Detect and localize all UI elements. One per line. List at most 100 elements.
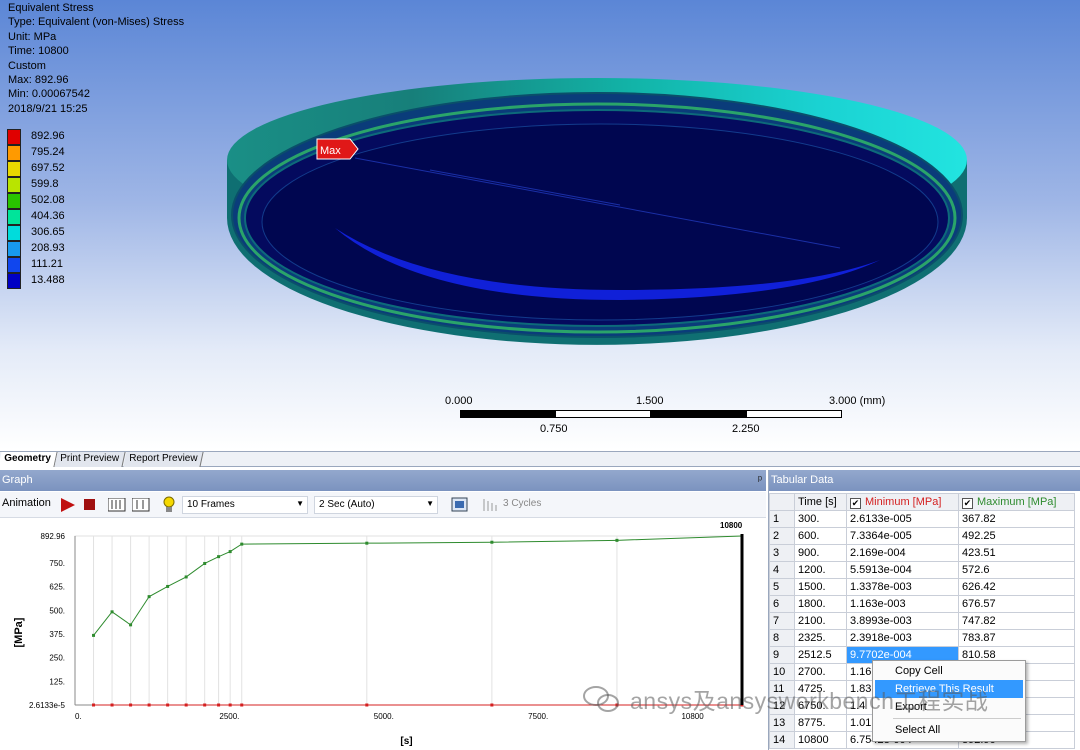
data-point bbox=[217, 555, 221, 559]
y-tick-label: 750. bbox=[49, 559, 65, 568]
row-number-cell: 4 bbox=[769, 561, 795, 579]
maximum-cell[interactable]: 572.6 bbox=[958, 561, 1075, 579]
scale-label: 2.250 bbox=[732, 423, 760, 435]
time-cell[interactable]: 1800. bbox=[794, 595, 847, 613]
data-point bbox=[110, 703, 114, 707]
table-row[interactable]: 5 1500. 1.3378e-003 626.42 bbox=[769, 578, 1075, 596]
result-min: Min: 0.00067542 bbox=[8, 88, 90, 101]
tab-print-preview[interactable]: Print Preview bbox=[54, 452, 126, 467]
minimum-cell[interactable]: 2.6133e-005 bbox=[846, 510, 959, 528]
cycles-icon[interactable] bbox=[482, 498, 498, 514]
legend-label: 13.488 bbox=[31, 274, 65, 286]
table-row[interactable]: 2 600. 7.3364e-005 492.25 bbox=[769, 527, 1075, 545]
time-column-header[interactable]: Time [s] bbox=[794, 493, 847, 511]
maximum-cell[interactable]: 367.82 bbox=[958, 510, 1075, 528]
data-point bbox=[217, 703, 221, 707]
maximum-cell[interactable]: 492.25 bbox=[958, 527, 1075, 545]
time-cell[interactable]: 8775. bbox=[794, 714, 847, 732]
legend-swatch bbox=[7, 145, 21, 161]
scale-segment bbox=[650, 410, 747, 418]
time-cell[interactable]: 2325. bbox=[794, 629, 847, 647]
time-cell[interactable]: 900. bbox=[794, 544, 847, 562]
animation-label: Animation bbox=[2, 497, 51, 509]
graphics-viewport[interactable]: Equivalent Stress Type: Equivalent (von-… bbox=[0, 0, 1080, 450]
menu-separator bbox=[893, 718, 1021, 719]
minimum-cell[interactable]: 2.169e-004 bbox=[846, 544, 959, 562]
minimum-cell[interactable]: 2.3918e-003 bbox=[846, 629, 959, 647]
result-info: Equivalent Stress Type: Equivalent (von-… bbox=[8, 1, 184, 116]
minimum-cell[interactable]: 7.3364e-005 bbox=[846, 527, 959, 545]
data-point bbox=[240, 703, 244, 707]
export-video-icon[interactable] bbox=[451, 497, 469, 513]
data-point bbox=[129, 703, 133, 707]
y-tick-label: 250. bbox=[49, 654, 65, 663]
pin-icon[interactable]: ᵖ bbox=[758, 470, 762, 491]
cycles-label: 3 Cycles bbox=[503, 498, 542, 509]
maximum-cell[interactable]: 423.51 bbox=[958, 544, 1075, 562]
data-point bbox=[240, 542, 244, 546]
time-header-label: Time [s] bbox=[798, 496, 837, 508]
minimum-cell[interactable]: 3.8993e-003 bbox=[846, 612, 959, 630]
maximum-cell[interactable]: 626.42 bbox=[958, 578, 1075, 596]
data-point bbox=[147, 703, 151, 707]
minimum-checkbox[interactable]: ✔ bbox=[850, 497, 861, 509]
scale-label: 1.500 bbox=[636, 395, 664, 407]
time-cell[interactable]: 2700. bbox=[794, 663, 847, 681]
minimum-cell[interactable]: 1.163e-003 bbox=[846, 595, 959, 613]
tab-geometry[interactable]: Geometry bbox=[0, 452, 58, 467]
data-point bbox=[365, 541, 369, 545]
time-cursor-label: 10800 bbox=[720, 521, 743, 530]
legend-label: 599.8 bbox=[31, 178, 59, 190]
data-point bbox=[129, 623, 133, 627]
table-row[interactable]: 7 2100. 3.8993e-003 747.82 bbox=[769, 612, 1075, 630]
y-tick-label: 500. bbox=[49, 606, 65, 615]
scale-label: 3.000 (mm) bbox=[829, 395, 886, 407]
table-row[interactable]: 1 300. 2.6133e-005 367.82 bbox=[769, 510, 1075, 528]
distributed-frames-icon[interactable] bbox=[108, 498, 126, 514]
play-icon[interactable] bbox=[60, 498, 76, 514]
time-cell[interactable]: 2100. bbox=[794, 612, 847, 630]
time-cell[interactable]: 1200. bbox=[794, 561, 847, 579]
row-number-cell: 5 bbox=[769, 578, 795, 596]
row-number-cell: 9 bbox=[769, 646, 795, 664]
time-cell[interactable]: 10800 bbox=[794, 731, 847, 749]
maximum-cell[interactable]: 676.57 bbox=[958, 595, 1075, 613]
table-row[interactable]: 8 2325. 2.3918e-003 783.87 bbox=[769, 629, 1075, 647]
result-type: Type: Equivalent (von-Mises) Stress bbox=[8, 16, 185, 29]
chart-grid bbox=[74, 535, 743, 706]
y-tick-label: 375. bbox=[49, 630, 65, 639]
legend-swatch bbox=[7, 209, 21, 225]
duration-select[interactable]: 2 Sec (Auto) ▼ bbox=[314, 496, 438, 514]
maximum-checkbox[interactable]: ✔ bbox=[962, 497, 973, 509]
data-point bbox=[203, 703, 207, 707]
table-row[interactable]: 4 1200. 5.5913e-004 572.6 bbox=[769, 561, 1075, 579]
menu-item-copy-cell[interactable]: Copy Cell bbox=[875, 662, 1023, 680]
row-number-cell: 6 bbox=[769, 595, 795, 613]
tab-report-preview[interactable]: Report Preview bbox=[123, 452, 204, 467]
time-cell[interactable]: 2512.5 bbox=[794, 646, 847, 664]
lightbulb-icon[interactable] bbox=[162, 496, 176, 512]
maximum-column-header[interactable]: ✔ Maximum [MPa] bbox=[958, 493, 1075, 511]
series-line bbox=[93, 535, 743, 636]
scale-bar: 0.000 1.500 3.000 (mm) 0.750 2.250 bbox=[440, 395, 900, 440]
x-tick-label: 5000. bbox=[374, 712, 394, 721]
minimum-cell[interactable]: 5.5913e-004 bbox=[846, 561, 959, 579]
tabular-title: Tabular Data bbox=[771, 474, 834, 486]
tab-label: Geometry bbox=[4, 453, 51, 464]
max-probe-flag[interactable]: Max bbox=[316, 138, 362, 160]
time-cell[interactable]: 600. bbox=[794, 527, 847, 545]
table-row[interactable]: 3 900. 2.169e-004 423.51 bbox=[769, 544, 1075, 562]
table-row[interactable]: 6 1800. 1.163e-003 676.57 bbox=[769, 595, 1075, 613]
maximum-cell[interactable]: 747.82 bbox=[958, 612, 1075, 630]
row-number-cell: 10 bbox=[769, 663, 795, 681]
time-cell[interactable]: 1500. bbox=[794, 578, 847, 596]
stop-icon[interactable] bbox=[84, 499, 96, 515]
result-date: 2018/9/21 15:25 bbox=[8, 102, 88, 115]
maximum-cell[interactable]: 783.87 bbox=[958, 629, 1075, 647]
menu-item-select-all[interactable]: Select All bbox=[875, 721, 1023, 739]
minimum-column-header[interactable]: ✔ Minimum [MPa] bbox=[846, 493, 959, 511]
time-cell[interactable]: 300. bbox=[794, 510, 847, 528]
minimum-cell[interactable]: 1.3378e-003 bbox=[846, 578, 959, 596]
result-sets-icon[interactable] bbox=[132, 498, 150, 514]
frames-select[interactable]: 10 Frames ▼ bbox=[182, 496, 308, 514]
